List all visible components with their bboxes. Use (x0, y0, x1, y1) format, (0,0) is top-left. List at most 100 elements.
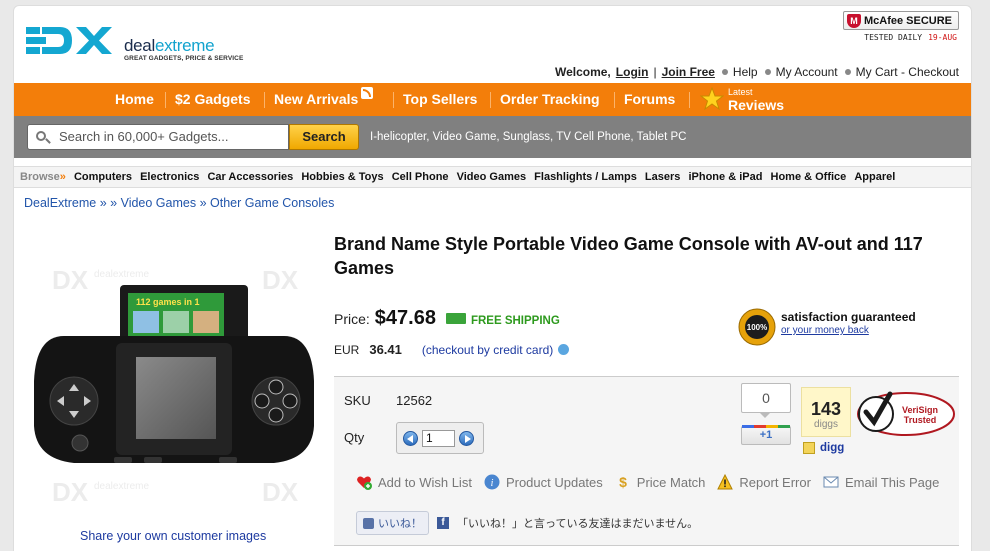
help-link[interactable]: Help (733, 65, 758, 79)
plusone-tip (759, 412, 771, 418)
eur-label: EUR (334, 342, 360, 357)
plusone-count: 0 (741, 383, 791, 413)
rss-icon[interactable] (361, 87, 374, 99)
watermark-mark: DX (52, 477, 89, 507)
checkout-note: (checkout by credit card) (421, 342, 554, 357)
breadcrumb-other-game-consoles[interactable]: Other Game Consoles (210, 196, 334, 210)
watermark-wordmark: dealextreme (94, 481, 149, 492)
product-actions: Add to Wish List i Product Updates $ Pri… (356, 474, 951, 490)
verisign-trusted-badge[interactable]: VeriSign Trusted (856, 386, 956, 438)
info-icon[interactable] (558, 344, 570, 355)
qty-label: Qty (344, 430, 365, 445)
mcafee-label: McAfee SECURE (864, 14, 953, 27)
svg-text:$: $ (619, 474, 627, 490)
category-flashlights-lamps[interactable]: Flashlights / Lamps (534, 171, 637, 183)
digg-count: 143 (810, 399, 842, 419)
money-back-link[interactable]: or your money back (781, 325, 916, 336)
report-error-link[interactable]: Report Error (717, 474, 811, 490)
star-icon (700, 87, 724, 111)
breadcrumb-video-games[interactable]: Video Games (121, 196, 197, 210)
warning-icon (717, 474, 734, 490)
watermark-wordmark: dealextreme (94, 269, 149, 280)
mcafee-secure-badge[interactable]: M McAfee SECURE (843, 11, 959, 30)
popular-searches[interactable]: I-helicopter, Video Game, Sunglass, TV C… (370, 116, 686, 158)
join-free-link[interactable]: Join Free (662, 65, 715, 79)
facebook-icon: f (437, 517, 449, 529)
search-input[interactable]: Search in 60,000+ Gadgets... (27, 124, 289, 150)
facebook-like-text: 「いいね！」と言っている友達はまだいません。 (457, 517, 699, 530)
add-to-wishlist-link[interactable]: Add to Wish List (356, 474, 472, 490)
category-car-accessories[interactable]: Car Accessories (207, 171, 293, 183)
site-logo[interactable]: dealextreme GREAT GADGETS, PRICE & SERVI… (26, 24, 243, 68)
category-iphone-ipad[interactable]: iPhone & iPad (688, 171, 762, 183)
nav-divider (264, 92, 265, 108)
search-button[interactable]: Search (289, 124, 359, 150)
email-page-link[interactable]: Email This Page (823, 474, 939, 490)
truck-icon (445, 313, 466, 324)
nav-divider (490, 92, 491, 108)
nav-home[interactable]: Home (115, 83, 154, 116)
logo-wordmark: dealextreme (124, 36, 215, 55)
facebook-like-button[interactable]: いいね！ (356, 511, 429, 535)
qty-increase-button[interactable] (459, 431, 474, 446)
satisfaction-guarantee: satisfaction guaranteed or your money ba… (781, 310, 916, 336)
purchase-panel: SKU 12562 Qty 1 0 +1 143 diggs digg Veri… (334, 376, 959, 546)
digg-icon (803, 442, 815, 454)
product-image[interactable]: DX dealextreme DX DX dealextreme DX 112 … (24, 231, 324, 531)
watermark-mark: DX (262, 477, 299, 507)
breadcrumb-root[interactable]: DealExtreme (24, 196, 96, 210)
category-apparel[interactable]: Apparel (854, 171, 895, 183)
dx-logo-mark (26, 27, 112, 54)
share-customer-images-link[interactable]: Share your own customer images (80, 529, 266, 543)
nav-latest-reviews[interactable]: Reviews (728, 97, 784, 113)
qty-decrease-button[interactable] (403, 431, 418, 446)
category-electronics[interactable]: Electronics (140, 171, 199, 183)
my-account-link[interactable]: My Account (776, 65, 838, 79)
nav-top-sellers[interactable]: Top Sellers (403, 83, 477, 116)
heart-icon (357, 476, 372, 490)
category-cell-phone[interactable]: Cell Phone (392, 171, 449, 183)
product-title: Brand Name Style Portable Video Game Con… (334, 234, 923, 278)
latest-label: Latest (728, 87, 753, 97)
nav-forums[interactable]: Forums (624, 83, 675, 116)
login-link[interactable]: Login (616, 65, 649, 79)
my-cart-link[interactable]: My Cart - Checkout (856, 65, 959, 79)
svg-text:i: i (491, 478, 494, 489)
digg-label: diggs (814, 419, 838, 430)
category-home-office[interactable]: Home & Office (771, 171, 847, 183)
info-icon: i (484, 474, 500, 490)
nav-divider (165, 92, 166, 108)
breadcrumb: DealExtreme » » Video Games » Other Game… (24, 196, 334, 210)
digg-counter[interactable]: 143 diggs (801, 387, 851, 437)
welcome-text: Welcome, (554, 65, 611, 79)
nav-new-arrivals[interactable]: New Arrivals (274, 83, 374, 116)
category-video-games[interactable]: Video Games (457, 171, 527, 183)
free-shipping-label: FREE SHIPPING (470, 315, 560, 327)
account-links: Welcome, Login | Join Free Help My Accou… (555, 65, 959, 79)
satisfaction-text: satisfaction guaranteed (781, 310, 916, 324)
bullet-icon (844, 69, 851, 75)
nav-two-dollar-gadgets[interactable]: $2 Gadgets (175, 83, 250, 116)
breadcrumb-separator: » (196, 196, 210, 210)
category-hobbies-toys[interactable]: Hobbies & Toys (301, 171, 383, 183)
qty-input[interactable]: 1 (422, 430, 455, 447)
price-match-link[interactable]: $ Price Match (615, 474, 706, 490)
satisfaction-seal-icon: 100% (738, 308, 776, 346)
product-updates-link[interactable]: i Product Updates (484, 474, 603, 490)
watermark-mark: DX (262, 265, 299, 295)
facebook-like-row: いいね！ f 「いいね！」と言っている友達はまだいません。 (356, 511, 698, 535)
thumbs-up-icon (363, 517, 374, 529)
digg-link[interactable]: digg (803, 442, 844, 454)
account-divider: | (653, 65, 657, 79)
category-lasers[interactable]: Lasers (645, 171, 680, 183)
nav-order-tracking[interactable]: Order Tracking (500, 83, 600, 116)
nav-divider (689, 92, 690, 108)
category-computers[interactable]: Computers (74, 171, 132, 183)
price-value: $47.68 (374, 307, 436, 329)
eur-row: EUR 36.41 (checkout by credit card) (334, 342, 570, 357)
nav-new-arrivals-label: New Arrivals (274, 91, 359, 107)
search-bar: Search in 60,000+ Gadgets... Search I-he… (14, 116, 971, 158)
search-icon (36, 131, 46, 141)
google-plusone: 0 +1 (741, 383, 791, 445)
plusone-button[interactable]: +1 (741, 425, 791, 445)
